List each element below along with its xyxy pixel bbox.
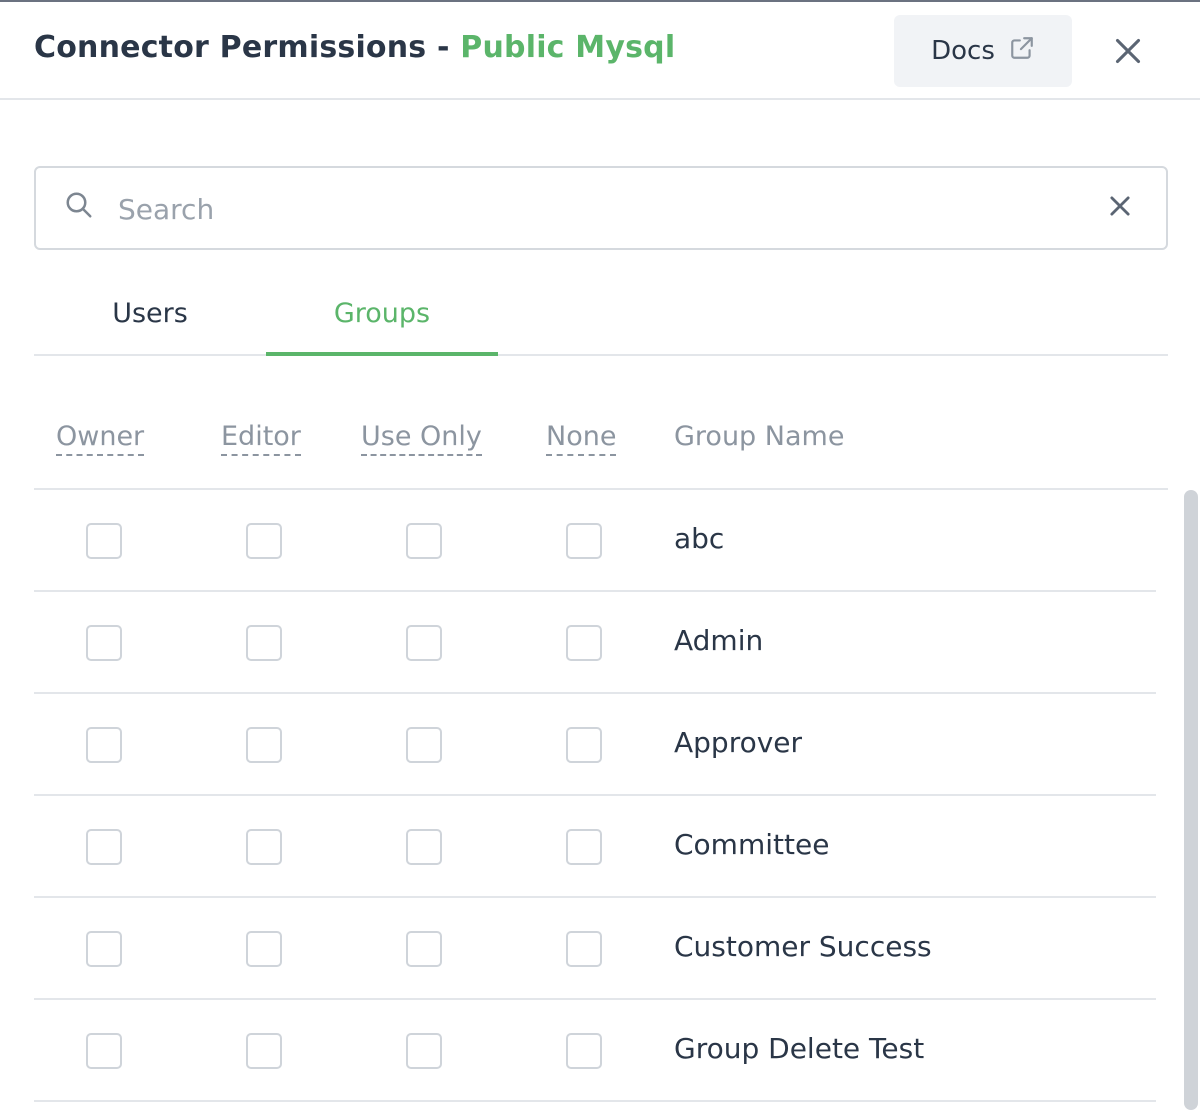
owner-checkbox[interactable] [86,829,122,865]
none-checkbox[interactable] [566,523,602,559]
vertical-scrollbar[interactable] [1184,490,1198,1110]
none-checkbox[interactable] [566,1033,602,1069]
use-only-checkbox[interactable] [406,727,442,763]
editor-checkbox[interactable] [246,829,282,865]
editor-checkbox[interactable] [246,931,282,967]
close-icon [1114,37,1142,69]
editor-checkbox[interactable] [246,625,282,661]
tab-users[interactable]: Users [34,290,266,354]
group-name: Customer Success [674,930,932,963]
column-header-owner[interactable]: Owner [56,420,145,456]
search-icon [64,190,94,224]
search-box [34,166,1168,250]
editor-checkbox[interactable] [246,1033,282,1069]
dialog-header: Connector Permissions - Public Mysql Doc… [0,2,1200,100]
group-name: abc [674,522,725,555]
none-checkbox[interactable] [566,727,602,763]
docs-button[interactable]: Docs [894,15,1072,87]
owner-checkbox[interactable] [86,523,122,559]
editor-checkbox[interactable] [246,727,282,763]
group-name: Admin [674,624,764,657]
group-name: Approver [674,726,803,759]
use-only-checkbox[interactable] [406,931,442,967]
table-row: Approver [34,694,1156,796]
title-prefix: Connector Permissions - [34,30,461,65]
owner-checkbox[interactable] [86,1033,122,1069]
owner-checkbox[interactable] [86,625,122,661]
docs-label: Docs [931,36,995,66]
column-header-none[interactable]: None [546,420,617,456]
use-only-checkbox[interactable] [406,829,442,865]
table-row: abc [34,490,1156,592]
use-only-checkbox[interactable] [406,523,442,559]
editor-checkbox[interactable] [246,523,282,559]
clear-search-icon[interactable] [1106,192,1134,224]
owner-checkbox[interactable] [86,931,122,967]
none-checkbox[interactable] [566,625,602,661]
column-header-group-name: Group Name [674,421,845,452]
close-dialog-button[interactable] [1108,33,1148,73]
connector-name: Public Mysql [460,30,676,65]
none-checkbox[interactable] [566,829,602,865]
search-input[interactable] [116,186,1080,232]
table-row: Admin [34,592,1156,694]
dialog-title: Connector Permissions - Public Mysql [34,30,675,65]
owner-checkbox[interactable] [86,727,122,763]
external-link-icon [1009,35,1035,68]
group-name: Group Delete Test [674,1032,925,1065]
tab-groups[interactable]: Groups [266,290,498,356]
table-row: Group Delete Test [34,1000,1156,1102]
tab-bar: Users Groups [34,290,1168,356]
table-row: Customer Success [34,898,1156,1000]
column-header-editor[interactable]: Editor [221,420,301,456]
group-name: Committee [674,828,830,861]
use-only-checkbox[interactable] [406,1033,442,1069]
use-only-checkbox[interactable] [406,625,442,661]
column-header-use-only[interactable]: Use Only [361,420,482,456]
table-row: Committee [34,796,1156,898]
none-checkbox[interactable] [566,931,602,967]
